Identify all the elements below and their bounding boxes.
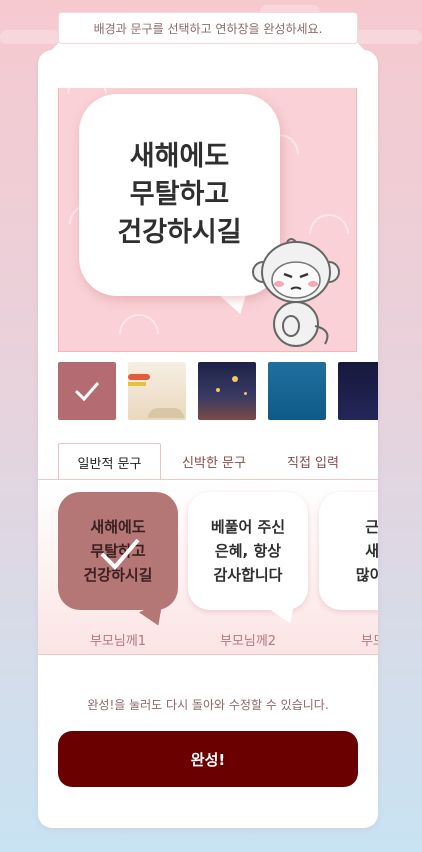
checkmark-icon — [100, 538, 140, 570]
phrase-label-1: 부모님께1 — [89, 634, 147, 649]
phrase-text: 베풀어 주신 은혜, 항상 감사합니다 — [210, 518, 286, 584]
greeting-card-panel: 새해에도 무탈하고 건강하시길 일반적 문구 신박한 문구 직접 입력 새해에도… — [38, 50, 378, 828]
phrase-text: 근하 새해 많이 받 — [355, 518, 378, 584]
background-thumb-beige[interactable] — [128, 362, 186, 420]
background-thumb-night[interactable] — [338, 362, 378, 420]
background-cloud — [0, 30, 60, 44]
instruction-banner: 배경과 문구를 선택하고 연하장을 완성하세요. — [58, 12, 358, 44]
background-cloud — [350, 30, 422, 44]
phrase-list: 새해에도 무탈하고 건강하시길 부모님께1 베풀어 주신 은혜, 항상 감사합니… — [38, 480, 378, 655]
background-thumb-pink[interactable] — [58, 362, 116, 420]
decorative-shape — [148, 408, 184, 418]
phrase-label-2: 부모님께2 — [219, 634, 277, 649]
phrase-card-3[interactable]: 근하 새해 많이 받 — [319, 492, 378, 610]
lantern-light — [216, 388, 220, 392]
edit-note: 완성!을 눌러도 다시 돌아와 수정할 수 있습니다. — [87, 698, 329, 712]
complete-button[interactable]: 완성! — [58, 731, 358, 787]
decorative-shape — [128, 374, 150, 380]
phrase-card-1[interactable]: 새해에도 무탈하고 건강하시길 — [58, 492, 178, 610]
background-thumb-lantern[interactable] — [198, 362, 256, 420]
card-preview: 새해에도 무탈하고 건강하시길 — [58, 53, 357, 352]
background-thumb-sea[interactable] — [268, 362, 326, 420]
cloud-pattern — [309, 214, 349, 234]
tab-creative[interactable]: 신박한 문구 — [168, 443, 260, 480]
checkmark-icon — [74, 382, 100, 402]
phrase-tabs: 일반적 문구 신박한 문구 직접 입력 — [58, 443, 378, 481]
monkey-character-icon — [252, 238, 340, 347]
decorative-shape — [128, 382, 146, 386]
tab-general[interactable]: 일반적 문구 — [58, 443, 161, 481]
phrase-label-3: 부모님 — [361, 634, 378, 649]
preview-message: 새해에도 무탈하고 건강하시길 — [79, 94, 280, 296]
lantern-light — [244, 392, 247, 395]
lantern-light — [232, 376, 238, 382]
cloud-pattern — [119, 314, 159, 334]
phrase-card-2[interactable]: 베풀어 주신 은혜, 항상 감사합니다 — [188, 492, 308, 610]
tab-custom-input[interactable]: 직접 입력 — [270, 443, 356, 480]
background-selector — [58, 362, 378, 422]
